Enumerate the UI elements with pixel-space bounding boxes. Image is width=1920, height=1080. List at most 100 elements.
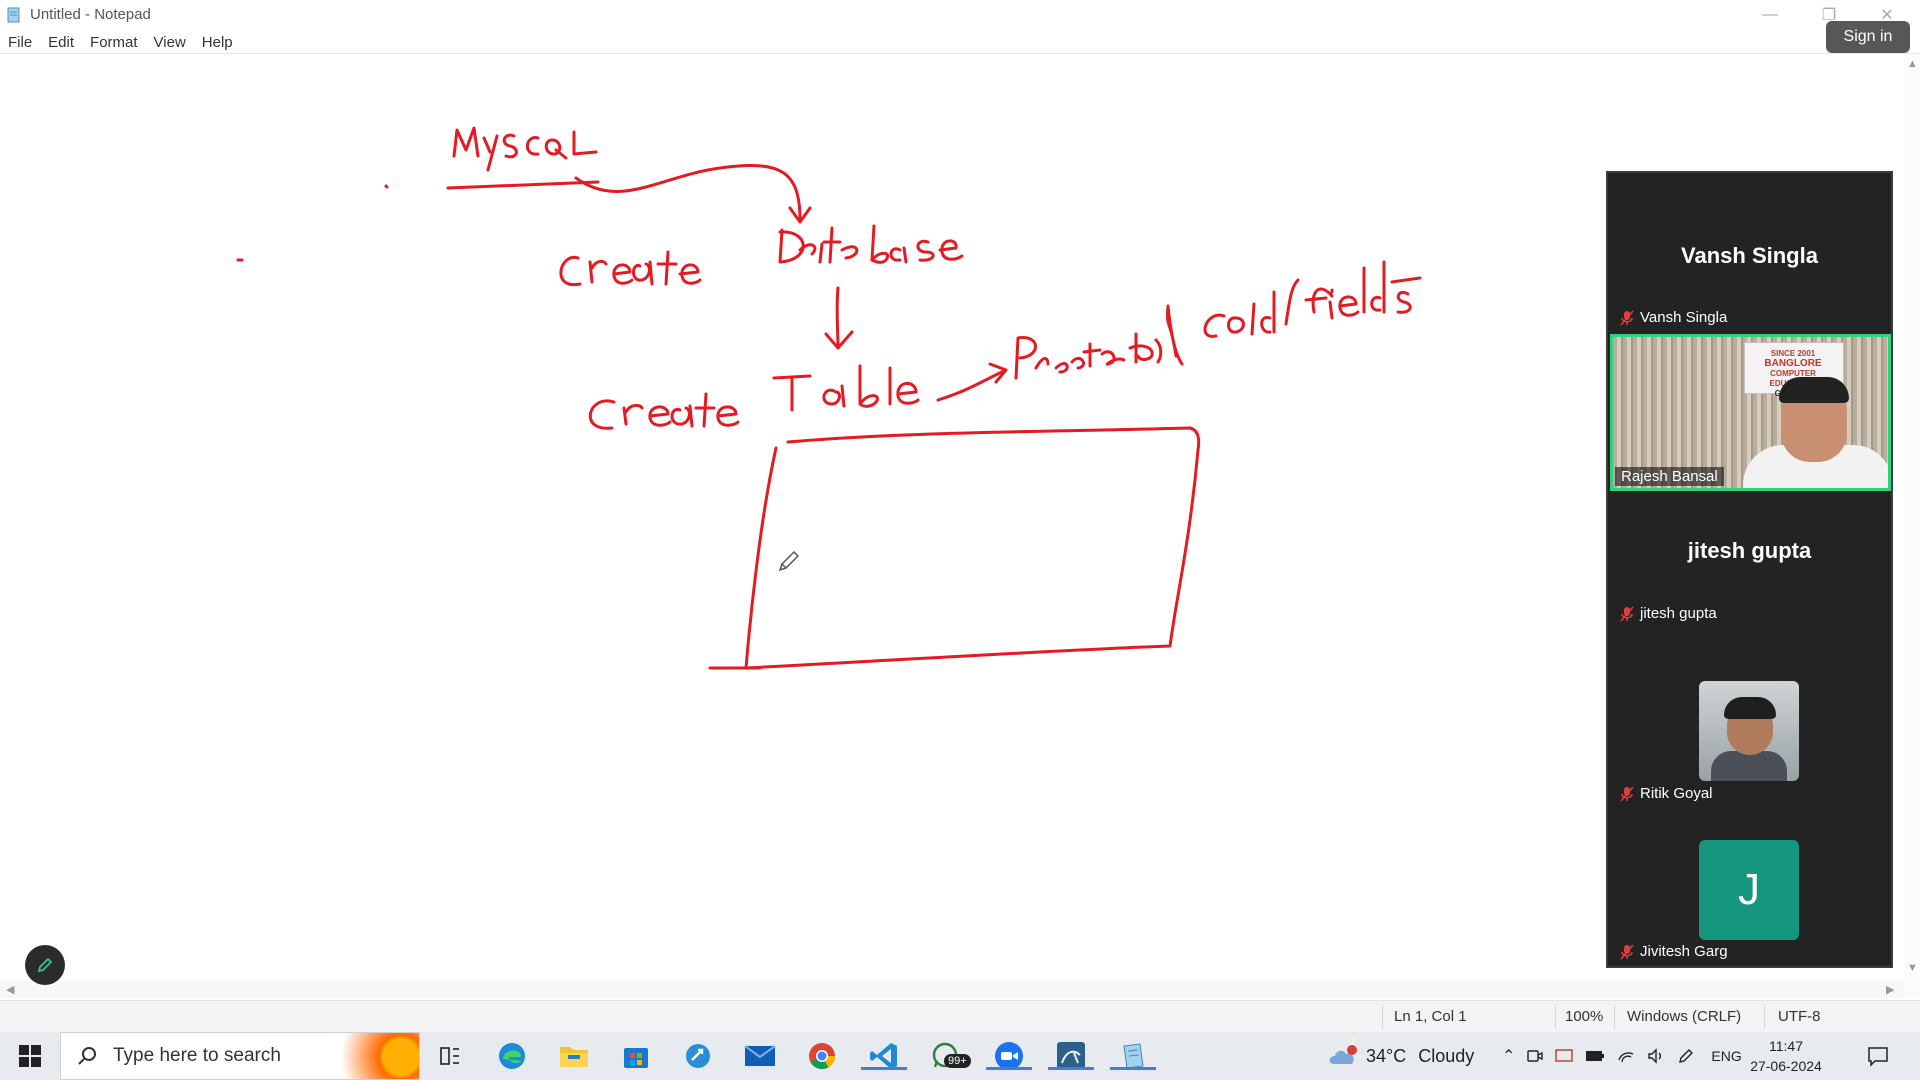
status-bar: Ln 1, Col 1 100% Windows (CRLF) UTF-8 [0, 1000, 1920, 1033]
folder-icon [560, 1047, 588, 1067]
participant-label: jitesh gupta [1620, 605, 1717, 622]
language-indicator[interactable]: ENG [1711, 1048, 1741, 1064]
participant-avatar-jivitesh: J [1699, 840, 1799, 940]
participant-photo-ritik [1699, 681, 1799, 781]
status-divider [1764, 1005, 1765, 1029]
vscode-button[interactable] [861, 1040, 907, 1072]
notifications-button[interactable] [1862, 1040, 1894, 1072]
weather-condition: Cloudy [1418, 1045, 1475, 1066]
ssh-client-icon [686, 1044, 710, 1068]
notification-icon [1868, 1047, 1888, 1067]
start-button[interactable] [0, 1032, 60, 1080]
file-explorer-button[interactable] [558, 1040, 590, 1072]
active-app-indicator [861, 1067, 907, 1070]
participant-label: Rajesh Bansal [1615, 467, 1724, 486]
participant-tile-jitesh[interactable]: jitesh gupta jitesh gupta [1608, 493, 1891, 663]
participant-label: Vansh Singla [1620, 309, 1727, 326]
active-app-indicator [1048, 1067, 1094, 1070]
edge-icon [499, 1043, 525, 1069]
participant-video-rajesh[interactable]: SINCE 2001 BANGLORE COMPUTER EDUCATION G… [1610, 334, 1891, 491]
handwriting-database [778, 224, 964, 264]
arrow-table-to-properties [936, 362, 1008, 402]
participant-name: Vansh Singla [1640, 309, 1728, 326]
search-highlight-graphic [329, 1033, 419, 1079]
battery-icon[interactable] [1585, 1050, 1605, 1062]
mic-muted-icon [1620, 785, 1634, 802]
search-placeholder: Type here to search [113, 1045, 281, 1066]
clock-date: 27-06-2024 [1750, 1058, 1822, 1074]
scroll-left-icon[interactable]: ◀ [6, 983, 14, 996]
system-tray: ⌃ ENG [1502, 1032, 1742, 1080]
pen-cursor-icon [778, 550, 800, 572]
active-app-indicator [986, 1067, 1032, 1070]
chrome-icon [809, 1043, 836, 1070]
task-view-button[interactable] [434, 1040, 466, 1072]
participant-display-name: jitesh gupta [1687, 538, 1812, 563]
taskbar-search[interactable]: Type here to search [60, 1032, 420, 1080]
vertical-scrollbar[interactable]: ▲ ▼ [1904, 54, 1920, 998]
handwriting-table [772, 364, 920, 412]
volume-icon[interactable] [1647, 1048, 1665, 1064]
mic-muted-icon [1620, 943, 1634, 960]
photo-shirt [1711, 751, 1787, 781]
line-ending: Windows (CRLF) [1627, 1008, 1742, 1025]
meet-now-icon[interactable] [1527, 1048, 1544, 1064]
participant-label-jivitesh: Jivitesh Garg [1620, 943, 1728, 960]
notepad-icon [1123, 1043, 1144, 1069]
mail-button[interactable] [744, 1040, 776, 1072]
mail-icon [744, 1045, 776, 1066]
mic-muted-icon [1620, 309, 1634, 326]
status-divider [1614, 1005, 1615, 1029]
chrome-button[interactable] [806, 1040, 838, 1072]
wifi-icon[interactable] [1617, 1048, 1635, 1064]
banner-line: BANGLORE [1764, 358, 1822, 369]
photo-hair [1724, 697, 1776, 719]
pen-icon [37, 957, 53, 973]
arrow-database-to-table [824, 286, 854, 350]
notification-badge: 99+ [944, 1054, 971, 1068]
taskbar: Type here to search 99+ 1 34°C Cloudy ⌃ … [0, 1032, 1920, 1080]
store-icon [624, 1048, 648, 1068]
notepad-taskbar-button[interactable] [1110, 1040, 1156, 1072]
clock[interactable]: 11:47 27-06-2024 [1746, 1036, 1826, 1076]
weather-alert-count: 1 [1350, 1037, 1356, 1047]
scroll-down-icon[interactable]: ▼ [1907, 962, 1918, 974]
active-app-indicator [1110, 1067, 1156, 1070]
participant-display-name: Vansh Singla [1681, 243, 1818, 268]
chevron-up-icon[interactable]: ⌃ [1502, 1046, 1515, 1066]
weather-temp: 34°C [1366, 1045, 1407, 1066]
edge-button[interactable] [496, 1040, 528, 1072]
scroll-right-icon[interactable]: ▶ [1886, 983, 1894, 996]
dot-1 [384, 184, 389, 189]
weather-widget[interactable]: 1 34°C Cloudy [1328, 1032, 1474, 1080]
zoom-participants-panel: Vansh Singla Vansh Singla SINCE 2001 BAN… [1606, 171, 1893, 968]
handwriting-create-2 [588, 392, 740, 430]
scroll-up-icon[interactable]: ▲ [1907, 58, 1918, 70]
ssh-client-button[interactable] [682, 1040, 714, 1072]
search-icon [78, 1047, 96, 1065]
handwriting-create-1 [559, 250, 702, 287]
zoom-level: 100% [1565, 1008, 1604, 1025]
table-sketch-box [708, 426, 1201, 670]
arrow-mysql-to-database [574, 164, 812, 224]
participant-name: Jivitesh Garg [1640, 943, 1728, 960]
participant-name: jitesh gupta [1640, 605, 1717, 622]
participant-label-ritik: Ritik Goyal [1620, 785, 1713, 802]
encoding: UTF-8 [1778, 1008, 1821, 1025]
clock-time: 11:47 [1769, 1038, 1803, 1054]
windows-icon [19, 1045, 41, 1067]
pen-workspace-icon[interactable] [1677, 1047, 1695, 1065]
cloud-icon [1329, 1045, 1357, 1064]
whatsapp-button[interactable]: 99+ [930, 1040, 971, 1072]
mysql-workbench-button[interactable] [1048, 1040, 1094, 1072]
annotate-pen-button[interactable] [25, 945, 65, 985]
status-divider [1555, 1005, 1556, 1029]
store-button[interactable] [620, 1040, 652, 1072]
zoom-button[interactable] [986, 1040, 1032, 1072]
screen-share-icon[interactable] [1555, 1048, 1574, 1064]
cursor-position: Ln 1, Col 1 [1394, 1008, 1467, 1025]
horizontal-scrollbar[interactable]: ◀ ▶ [0, 981, 1904, 998]
mic-muted-icon [1620, 605, 1634, 622]
participant-tile-vansh[interactable]: Vansh Singla Vansh Singla [1608, 173, 1891, 333]
participant-name: Ritik Goyal [1640, 785, 1713, 802]
